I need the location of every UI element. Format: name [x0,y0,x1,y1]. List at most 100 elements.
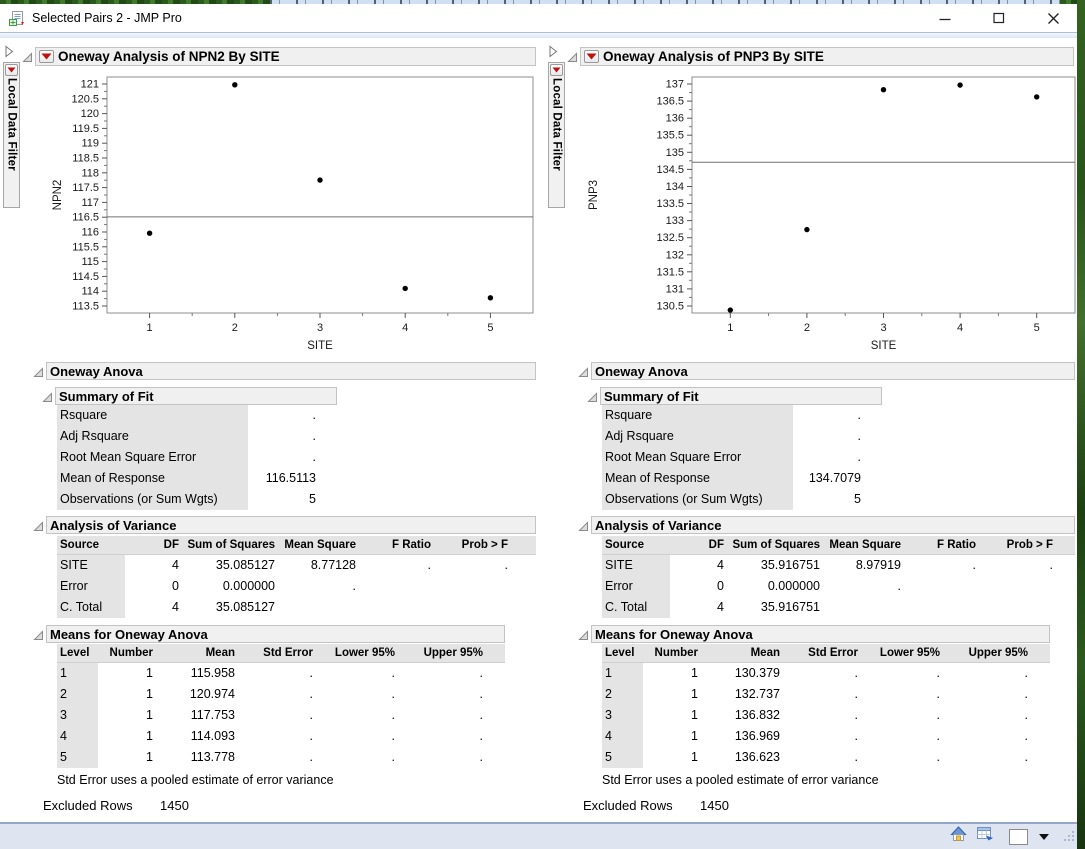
oneway-analysis-header-bar[interactable]: Oneway Analysis of NPN2 By SITE [35,47,536,66]
summary-of-fit-header-bar[interactable]: Summary of Fit [600,387,882,405]
disclosure-triangle-icon[interactable] [33,628,44,646]
table-cell: Mean of Response [602,468,793,489]
means-header-bar[interactable]: Means for Oneway Anova [46,625,505,643]
panel-npn2: Local Data Filter Oneway Analysis of NPN… [0,38,540,822]
home-icon[interactable] [950,826,967,847]
resize-grip[interactable] [1064,828,1075,846]
table-cell: . [1024,666,1028,680]
table-cell: . [309,708,313,722]
section-title: Oneway Anova [595,363,688,379]
svg-text:115: 115 [81,256,99,268]
maximize-button[interactable] [989,8,1009,28]
svg-text:133.5: 133.5 [656,198,684,210]
table-cell: . [391,687,395,701]
title-bar[interactable]: Selected Pairs 2 - JMP Pro [0,4,1085,32]
means-section: Means for Oneway Anova [33,625,505,646]
disclosure-triangle-icon[interactable] [587,390,598,408]
table-row: Rsquare. [57,405,318,426]
table-cell: 4 [602,726,643,747]
svg-text:132: 132 [666,249,684,261]
disclosure-triangle-icon[interactable] [578,519,589,537]
svg-text:134.5: 134.5 [656,164,684,176]
table-row: Observations (or Sum Wgts) 5 [57,489,318,510]
analysis-of-variance-section: Analysis of Variance [578,516,1075,537]
table-cell: . [479,729,483,743]
svg-text:3: 3 [317,322,323,334]
panel-disclosure-icon[interactable] [548,45,558,63]
table-cell: 120.974 [189,687,235,701]
table-cell: . [936,687,940,701]
data-table-icon[interactable] [976,826,994,847]
window-title: Selected Pairs 2 - JMP Pro [32,11,182,25]
oneway-anova-header-bar[interactable]: Oneway Anova [591,362,1075,380]
table-cell: . [936,666,940,680]
table-cell: 1 [691,708,698,722]
table-header-filler [485,644,505,662]
table-cell: 0 [172,579,179,593]
table-cell: Number [643,644,700,662]
table-cell [277,597,358,618]
table-cell: 35.085127 [215,558,275,572]
summary-of-fit-table: Rsquare. Adj Rsquare. Root Mean Square Err… [602,405,863,510]
means-header-bar[interactable]: Means for Oneway Anova [591,625,1050,643]
dropdown-arrow-icon[interactable] [1039,833,1049,840]
table-cell: Error [57,576,125,597]
table-row: Error 0 0.000000. [57,576,536,597]
table-cell: Lower 95% [315,644,397,662]
table-cell: 134.7079 [808,471,861,485]
table-cell: 1 [691,687,698,701]
table-cell: 1 [691,750,698,764]
disclosure-triangle-icon[interactable] [578,365,589,383]
table-header-row: Source DF Sum of Squares Mean Square F Ratio… [602,536,1075,555]
minimize-button[interactable] [935,8,955,28]
table-row: Root Mean Square Error. [602,447,863,468]
scatter-plot-npn2-by-site[interactable]: 121 120.5 120 119.5 119 118.5 118 117.5 117 116.5… [0,66,540,358]
table-row: C. Total 4 35.085127 [57,597,536,618]
anova-table: Source DF Sum of Squares Mean Square F Ratio… [602,536,1075,618]
summary-of-fit-header-bar[interactable]: Summary of Fit [55,387,337,405]
scatter-plot-pnp3-by-site[interactable]: 137136.5136135.5135134.5134133.5133132.5… [545,66,1077,358]
svg-text:136.5: 136.5 [656,96,684,108]
table-cell [358,597,433,618]
table-cell: 2 [57,684,98,705]
table-cell: . [854,729,858,743]
table-cell: 115.958 [190,666,235,680]
section-title: Means for Oneway Anova [50,626,208,642]
disclosure-triangle-icon[interactable] [33,519,44,537]
red-triangle-menu-icon[interactable] [584,50,599,63]
table-cell: . [479,687,483,701]
panel-disclosure-icon[interactable] [4,45,14,63]
table-header-row: Level Number Mean Std Error Lower 95% Upper 9… [602,644,1050,663]
table-cell: 1 [146,666,153,680]
table-cell: Number [98,644,155,662]
analysis-of-variance-header-bar[interactable]: Analysis of Variance [46,516,536,534]
disclosure-triangle-icon[interactable] [33,365,44,383]
table-cell: . [1024,729,1028,743]
oneway-anova-header-bar[interactable]: Oneway Anova [46,362,536,380]
table-cell: 1 [57,663,98,684]
oneway-analysis-header-bar[interactable]: Oneway Analysis of PNP3 By SITE [580,47,1074,66]
svg-text:5: 5 [487,322,493,334]
svg-text:135: 135 [666,147,684,159]
table-cell: . [897,579,901,593]
table-cell: Rsquare [602,405,793,426]
red-triangle-menu-icon[interactable] [39,50,54,63]
table-row: 1 1 130.379... [602,663,1050,684]
analysis-of-variance-header-bar[interactable]: Analysis of Variance [591,516,1075,534]
table-cell: Level [57,644,98,662]
close-button[interactable] [1043,8,1063,28]
disclosure-triangle-icon[interactable] [578,628,589,646]
table-cell: . [391,666,395,680]
svg-text:117.5: 117.5 [72,182,99,194]
desktop-wallpaper-edge [1077,0,1085,849]
table-cell: 0.000000 [767,579,820,593]
svg-text:116: 116 [81,227,99,239]
svg-text:118: 118 [81,167,99,179]
disclosure-triangle-icon[interactable] [42,390,53,408]
svg-text:131.5: 131.5 [656,266,684,278]
table-cell: 1 [691,666,698,680]
table-cell: Adj Rsquare [602,426,793,447]
panel-box[interactable] [1009,828,1028,845]
table-cell [978,597,1055,618]
table-cell: F Ratio [358,536,433,554]
